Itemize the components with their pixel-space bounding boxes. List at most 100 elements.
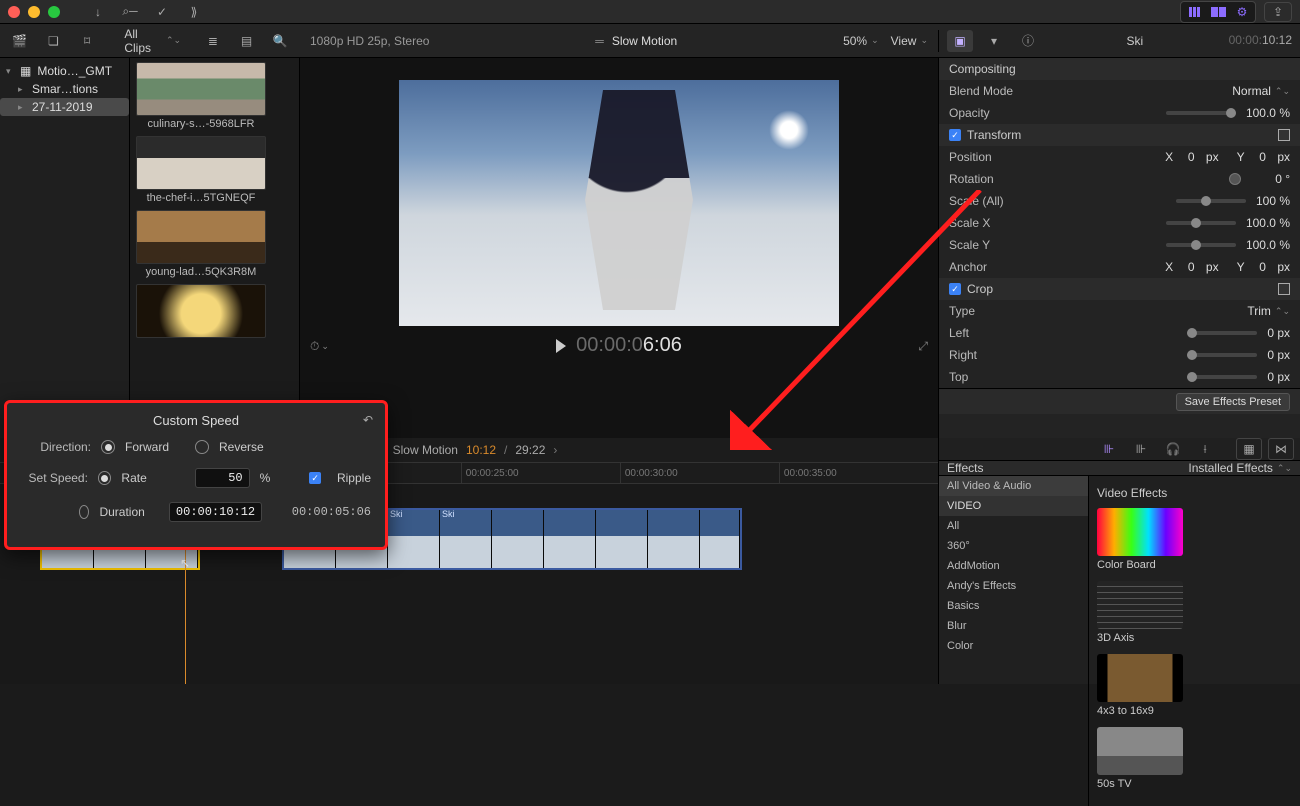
view-dropdown[interactable]: View⌄ xyxy=(891,34,928,48)
photos-icon[interactable]: ❏ xyxy=(42,30,66,52)
timeline-position: 10:12 xyxy=(466,443,496,457)
row-crop-right[interactable]: Right0 px xyxy=(939,344,1300,366)
effects-category-header: VIDEO xyxy=(939,496,1088,516)
effect-item[interactable]: 4x3 to 16x9 xyxy=(1097,654,1187,717)
play-button-icon[interactable] xyxy=(556,339,566,353)
row-crop-top[interactable]: Top0 px xyxy=(939,366,1300,388)
library-item-label: Motio…_GMT xyxy=(37,64,112,78)
effects-category[interactable]: All xyxy=(939,516,1088,536)
keyword-icon[interactable]: ⌕─ xyxy=(118,2,142,22)
settings-icon[interactable]: ═ xyxy=(595,34,604,48)
timeline-duration: 29:22 xyxy=(515,443,545,457)
next-edit-icon[interactable]: › xyxy=(553,443,557,457)
sun-flare xyxy=(769,110,809,150)
effect-item[interactable]: 3D Axis xyxy=(1097,581,1187,644)
row-position[interactable]: PositionX 0 px Y 0 px xyxy=(939,146,1300,168)
minimize-window-icon[interactable] xyxy=(28,6,40,18)
row-blend-mode[interactable]: Blend ModeNormal⌃⌄ xyxy=(939,80,1300,102)
installed-effects-dropdown[interactable]: Installed Effects⌃⌄ xyxy=(1188,461,1292,475)
radio-rate[interactable] xyxy=(98,471,111,485)
enhance-icon[interactable]: ⟫ xyxy=(182,2,206,22)
clip-thumbnail[interactable]: young-lad…5QK3R8M xyxy=(136,210,293,278)
row-scale-y[interactable]: Scale Y100.0 % xyxy=(939,234,1300,256)
checkbox-icon[interactable] xyxy=(949,283,961,295)
row-rotation[interactable]: Rotation0 ° xyxy=(939,168,1300,190)
rate-unit: % xyxy=(260,471,271,485)
row-anchor[interactable]: AnchorX 0 px Y 0 px xyxy=(939,256,1300,278)
background-tasks-icon[interactable]: ✓ xyxy=(150,2,174,22)
transitions-icon[interactable]: ⋈ xyxy=(1268,438,1294,460)
zoom-dropdown[interactable]: 50%⌄ xyxy=(843,34,879,48)
effects-category[interactable]: Blur xyxy=(939,616,1088,636)
solo-icon[interactable]: 🎧 xyxy=(1160,438,1186,460)
info-icon[interactable]: ⓘ xyxy=(1015,30,1041,52)
row-crop-left[interactable]: Left0 px xyxy=(939,322,1300,344)
disclosure-triangle-icon[interactable]: ▾ xyxy=(6,66,14,77)
ripple-checkbox[interactable] xyxy=(309,472,321,484)
clip-thumbnail[interactable]: culinary-s…-5968LFR xyxy=(136,62,293,130)
effects-category[interactable]: All Video & Audio xyxy=(939,476,1088,496)
viewer-canvas[interactable] xyxy=(399,80,839,326)
reset-icon[interactable] xyxy=(1278,283,1290,295)
disclosure-triangle-icon[interactable]: ▸ xyxy=(18,102,26,113)
format-label: 1080p HD 25p, Stereo xyxy=(310,34,429,48)
filmstrip-icon[interactable]: ≣ xyxy=(201,30,225,52)
effect-item[interactable]: 50s TV xyxy=(1097,727,1187,790)
undo-icon[interactable]: ↶ xyxy=(363,413,373,427)
audio-skimming-icon[interactable]: ⊪ xyxy=(1128,438,1154,460)
row-save-preset: Save Effects Preset xyxy=(939,388,1300,414)
clip-thumbnail[interactable] xyxy=(136,284,293,340)
share-icon[interactable]: ⇪ xyxy=(1264,2,1292,22)
ruler-tick: 00:00:35:00 xyxy=(779,463,938,483)
video-inspector-icon[interactable]: ▣ xyxy=(947,30,973,52)
effects-categories: All Video & Audio VIDEO All 360° AddMoti… xyxy=(939,476,1089,806)
snapping-icon[interactable]: ⟊ xyxy=(1192,438,1218,460)
effects-category[interactable]: 360° xyxy=(939,536,1088,556)
library-item[interactable]: ▸ Smar…tions xyxy=(0,80,129,98)
row-scale-all[interactable]: Scale (All)100 % xyxy=(939,190,1300,212)
retime-menu-icon[interactable]: ⏱⌄ xyxy=(310,339,329,354)
radio-duration[interactable] xyxy=(79,505,89,519)
list-icon[interactable]: ▤ xyxy=(235,30,259,52)
project-name: Slow Motion xyxy=(612,34,677,48)
zoom-window-icon[interactable] xyxy=(48,6,60,18)
effect-item[interactable]: Color Board xyxy=(1097,508,1187,571)
effects-grid: Video Effects Color Board 3D Axis 4x3 to… xyxy=(1089,476,1300,806)
toolbar-row: 🎬 ❏ ⌑ All Clips ⌃⌄ ≣ ▤ 🔍 1080p HD 25p, S… xyxy=(0,24,1300,58)
row-crop-type[interactable]: TypeTrim⌃⌄ xyxy=(939,300,1300,322)
skimming-icon[interactable]: ⊪ xyxy=(1096,438,1122,460)
effects-category[interactable]: AddMotion xyxy=(939,556,1088,576)
effects-category[interactable]: Andy's Effects xyxy=(939,576,1088,596)
effects-category[interactable]: Color xyxy=(939,636,1088,656)
radio-reverse[interactable] xyxy=(195,440,209,454)
workspace-switcher[interactable]: ⚙ xyxy=(1180,1,1256,23)
library-item[interactable]: ▸ 27-11-2019 xyxy=(0,98,129,116)
section-transform: Transform xyxy=(939,124,1300,146)
row-scale-x[interactable]: Scale X100.0 % xyxy=(939,212,1300,234)
save-effects-preset-button[interactable]: Save Effects Preset xyxy=(1176,393,1290,411)
clips-filter-dropdown[interactable]: All Clips ⌃⌄ xyxy=(124,27,181,55)
reset-icon[interactable] xyxy=(1278,129,1290,141)
close-window-icon[interactable] xyxy=(8,6,20,18)
effects-panel-title: Video Effects xyxy=(1097,486,1292,500)
effects-header-label: Effects xyxy=(947,461,983,475)
rate-input[interactable]: 50 xyxy=(195,468,249,488)
search-icon[interactable]: 🔍 xyxy=(268,30,292,52)
disclosure-triangle-icon[interactable]: ▸ xyxy=(18,84,26,95)
effect-name: 50s TV xyxy=(1097,778,1187,790)
clip-thumbnail[interactable]: the-chef-i…5TGNEQF xyxy=(136,136,293,204)
import-icon[interactable]: ↓ xyxy=(86,2,110,22)
titles-icon[interactable]: ⌑ xyxy=(75,30,99,52)
row-opacity[interactable]: Opacity100.0 % xyxy=(939,102,1300,124)
library-icon[interactable]: 🎬 xyxy=(8,30,32,52)
checkbox-icon[interactable] xyxy=(949,129,961,141)
duration-input[interactable]: 00:00:10:12 xyxy=(169,502,262,522)
cursor-icon[interactable]: ▾ xyxy=(981,30,1007,52)
fullscreen-icon[interactable]: ⤢ xyxy=(918,339,928,354)
forward-label: Forward xyxy=(125,440,169,454)
effects-icon[interactable]: ▦ xyxy=(1236,438,1262,460)
library-item[interactable]: ▾ ▦ Motio…_GMT xyxy=(0,62,129,80)
inspector-clip-name: Ski xyxy=(1049,34,1221,48)
radio-forward[interactable] xyxy=(101,440,115,454)
effects-category[interactable]: Basics xyxy=(939,596,1088,616)
